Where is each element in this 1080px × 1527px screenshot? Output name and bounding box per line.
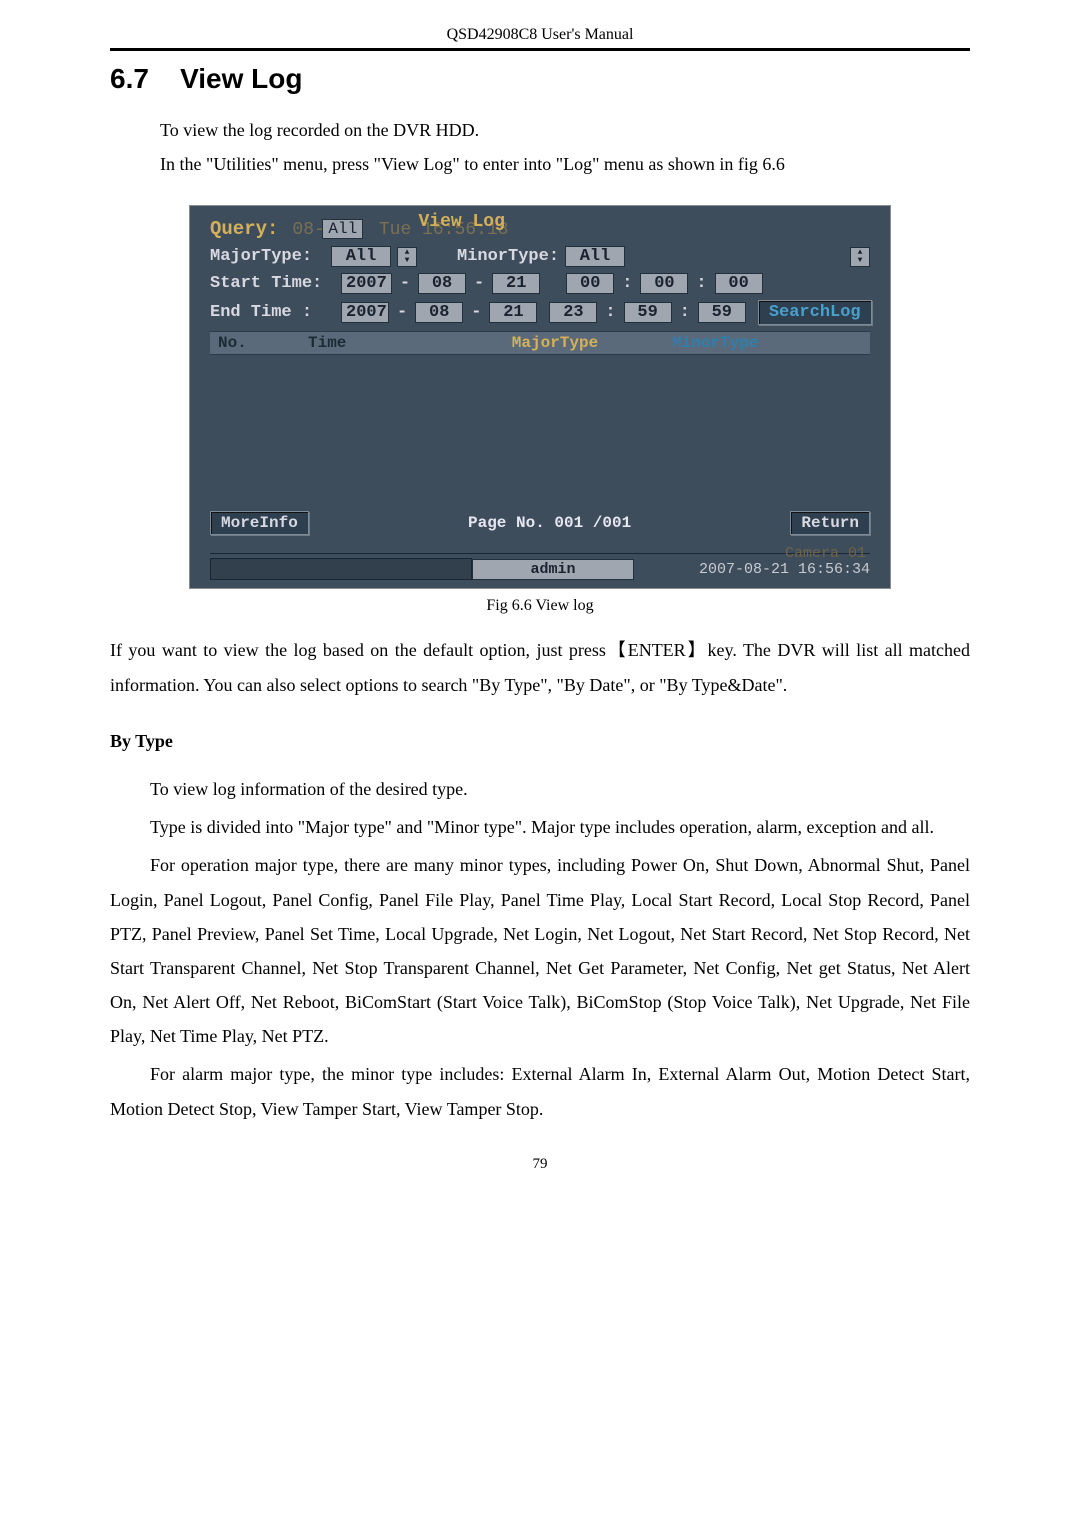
page-number-indicator: Page No. 001 /001	[468, 514, 631, 532]
start-year[interactable]: 2007	[341, 273, 392, 294]
bytype-p3: For operation major type, there are many…	[110, 848, 970, 1053]
start-time-label: Start Time:	[210, 274, 335, 293]
start-sec[interactable]: 00	[715, 273, 763, 294]
bytype-p1: To view log information of the desired t…	[110, 772, 970, 806]
end-sec[interactable]: 59	[698, 302, 746, 323]
paragraph-1: If you want to view the log based on the…	[110, 633, 970, 701]
query-label: Query:	[210, 218, 278, 240]
end-day[interactable]: 21	[489, 302, 537, 323]
moreinfo-button[interactable]: MoreInfo	[210, 511, 309, 535]
page-header: QSD42908C8 User's Manual	[110, 25, 970, 50]
start-month[interactable]: 08	[418, 273, 466, 294]
end-min[interactable]: 59	[624, 302, 672, 323]
end-month[interactable]: 08	[415, 302, 463, 323]
col-majortype: MajorType	[438, 334, 672, 352]
start-day[interactable]: 21	[492, 273, 540, 294]
minortype-label: MinorType:	[457, 247, 559, 266]
figure-caption: Fig 6.6 View log	[110, 597, 970, 615]
bytype-heading: By Type	[110, 724, 970, 758]
col-no: No.	[218, 334, 308, 352]
end-hour[interactable]: 23	[549, 302, 597, 323]
intro-line-2: In the "Utilities" menu, press "View Log…	[160, 147, 970, 181]
col-minortype: MinorType	[672, 334, 862, 352]
dialog-title: View Log	[418, 212, 760, 232]
section-name: View Log	[180, 63, 302, 94]
minortype-spinner[interactable]: ▲▼	[850, 247, 870, 267]
status-camera-ghost: Camera 01	[785, 545, 866, 562]
searchlog-button[interactable]: SearchLog	[758, 300, 872, 325]
page-number: 79	[110, 1156, 970, 1173]
return-button[interactable]: Return	[790, 511, 870, 535]
end-time-label: End Time :	[210, 303, 335, 322]
majortype-value[interactable]: All	[331, 246, 391, 267]
start-hour[interactable]: 00	[566, 273, 614, 294]
bytype-p4: For alarm major type, the minor type inc…	[110, 1057, 970, 1125]
section-number: 6.7	[110, 63, 149, 94]
intro-line-1: To view the log recorded on the DVR HDD.	[160, 113, 970, 147]
status-left-empty	[210, 558, 472, 580]
status-user: admin	[472, 559, 634, 580]
log-table-body	[210, 355, 870, 505]
bytype-p2: Type is divided into "Major type" and "M…	[110, 810, 970, 844]
col-time: Time	[308, 334, 438, 352]
section-title: 6.7 View Log	[110, 63, 970, 95]
status-time: Camera 01 2007-08-21 16:56:34	[634, 561, 870, 578]
minortype-value[interactable]: All	[565, 246, 625, 267]
query-value[interactable]: All	[322, 219, 363, 239]
end-year[interactable]: 2007	[341, 302, 389, 323]
majortype-spinner[interactable]: ▲▼	[397, 247, 417, 267]
start-min[interactable]: 00	[640, 273, 688, 294]
majortype-label: MajorType:	[210, 247, 325, 266]
log-table-header: No. Time MajorType MinorType	[210, 331, 870, 355]
view-log-screenshot: Query: 08-2 All Tue 16:56:18 View Log Ma…	[189, 205, 891, 589]
